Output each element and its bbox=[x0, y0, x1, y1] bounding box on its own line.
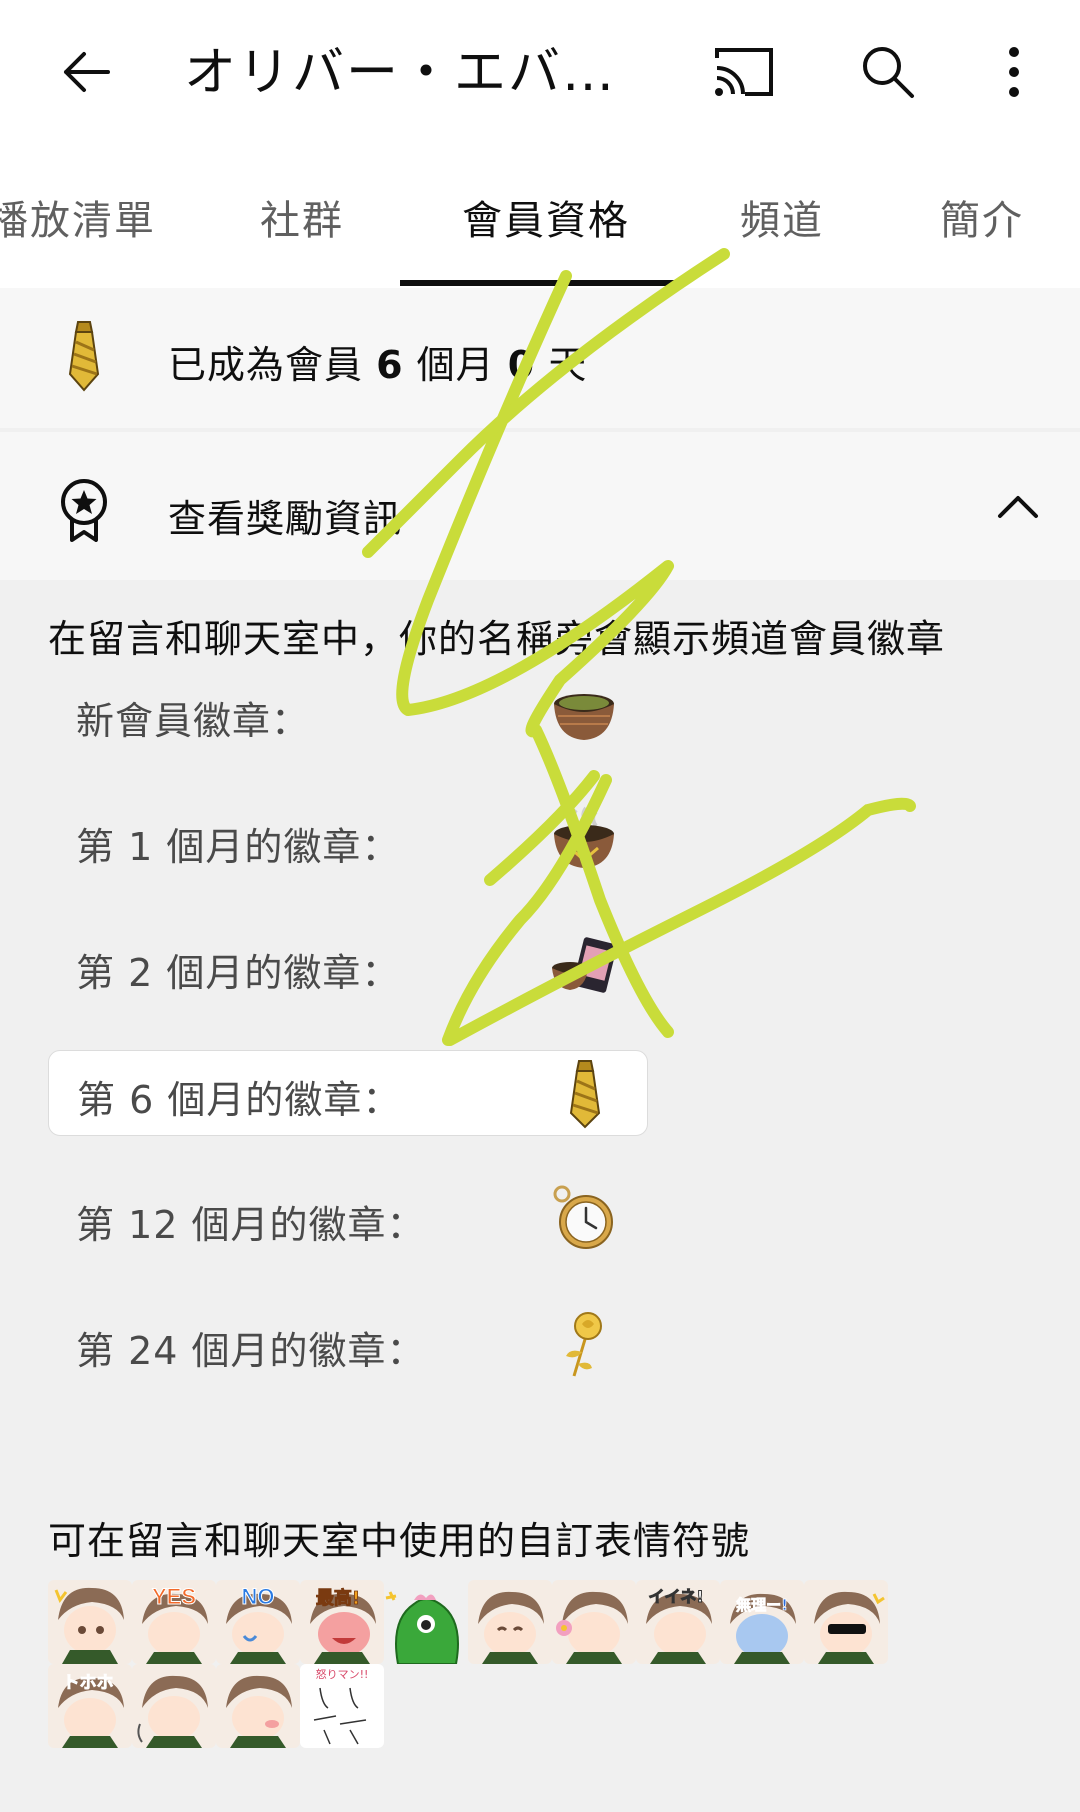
tab-playlists[interactable]: 播放清單 bbox=[0, 188, 156, 246]
channel-tabs: 播放清單 社群 會員資格 頻道 簡介 bbox=[0, 144, 1080, 288]
custom-emoji-title: 可在留言和聊天室中使用的自訂表情符號 bbox=[48, 1519, 751, 1563]
cast-icon bbox=[715, 48, 773, 96]
search-button[interactable] bbox=[838, 22, 938, 122]
yes-emoji-icon: YES bbox=[132, 1580, 216, 1664]
badge-label: 新會員徽章： bbox=[76, 699, 311, 743]
badge-row-month-24: 第 24 個月的徽章： bbox=[48, 1302, 646, 1386]
emoji-text: トホホ bbox=[63, 1673, 114, 1693]
necktie-badge-icon bbox=[569, 1060, 601, 1129]
emoji-muri: 無理ー! bbox=[720, 1580, 804, 1664]
pocket-watch-badge-icon bbox=[553, 1185, 613, 1249]
bowl-book-badge-icon bbox=[552, 937, 617, 993]
tab-membership[interactable]: 會員資格 bbox=[462, 188, 630, 246]
award-badge-icon bbox=[61, 479, 107, 542]
emoji-sunglasses bbox=[804, 1580, 888, 1664]
sunglasses-emoji-icon bbox=[804, 1580, 888, 1664]
search-icon bbox=[863, 47, 914, 98]
view-rewards-row[interactable]: 查看獎勵資訊 bbox=[0, 432, 1080, 580]
emoji-text: 無理ー! bbox=[736, 1596, 788, 1614]
wave-emoji-icon bbox=[132, 1664, 216, 1748]
badge-row-month-12: 第 12 個月的徽章： bbox=[48, 1176, 646, 1260]
emoji-iine: イイネ! bbox=[636, 1580, 720, 1664]
badge-row-month-6-current: 第 6 個月的徽章： bbox=[48, 1050, 648, 1136]
more-options-button[interactable] bbox=[964, 22, 1064, 122]
no-emoji-icon: NO bbox=[216, 1580, 300, 1664]
emoji-yes: YES bbox=[132, 1580, 216, 1664]
emoji-saikou: 最高! bbox=[300, 1580, 384, 1664]
emoji-sparkle-face bbox=[48, 1580, 132, 1664]
badge-label: 第 24 個月的徽章： bbox=[76, 1329, 426, 1373]
tab-about[interactable]: 簡介 bbox=[940, 188, 1024, 246]
sketch-emoji-icon: 怒りマン!! bbox=[300, 1664, 384, 1748]
chevron-up-icon[interactable] bbox=[996, 492, 1040, 520]
emoji-pout bbox=[216, 1664, 300, 1748]
tab-community[interactable]: 社群 bbox=[260, 188, 344, 246]
sparkle-face-emoji-icon bbox=[48, 1580, 132, 1664]
emoji-text: YES bbox=[152, 1584, 196, 1609]
emoji-no: NO bbox=[216, 1580, 300, 1664]
emoji-text: イイネ! bbox=[648, 1587, 703, 1606]
emoji-text: 最高! bbox=[316, 1587, 360, 1609]
active-tab-indicator bbox=[400, 280, 678, 286]
badge-row-new: 新會員徽章： bbox=[48, 672, 646, 756]
membership-duration: 已成為會員 6 個月 0 天 bbox=[168, 343, 588, 387]
badge-label: 第 12 個月的徽章： bbox=[76, 1203, 426, 1247]
smile-emoji-icon bbox=[468, 1580, 552, 1664]
pout-emoji-icon bbox=[216, 1664, 300, 1748]
emoji-green-monster bbox=[384, 1580, 468, 1664]
badge-label: 第 6 個月的徽章： bbox=[77, 1078, 402, 1122]
green-monster-emoji-icon bbox=[384, 1580, 468, 1664]
badges-description: 在留言和聊天室中，你的名稱旁會顯示頻道會員徽章 bbox=[48, 617, 946, 661]
badge-label: 第 1 個月的徽章： bbox=[76, 825, 401, 869]
badge-row-month-2: 第 2 個月的徽章： bbox=[48, 924, 646, 1008]
more-vertical-icon bbox=[1009, 47, 1019, 97]
view-rewards-label: 查看獎勵資訊 bbox=[168, 497, 403, 541]
arrow-left-icon bbox=[64, 52, 110, 92]
bowl-badge-icon bbox=[554, 694, 614, 740]
muri-emoji-icon: 無理ー! bbox=[720, 1580, 804, 1664]
cast-button[interactable] bbox=[694, 22, 794, 122]
golden-rose-badge-icon bbox=[566, 1312, 602, 1377]
emoji-tohoho: トホホ bbox=[48, 1664, 132, 1748]
emoji-wave bbox=[132, 1664, 216, 1748]
rewards-section: 在留言和聊天室中，你的名稱旁會顯示頻道會員徽章 新會員徽章： 第 1 個月的徽章… bbox=[0, 580, 1080, 1812]
tab-channels[interactable]: 頻道 bbox=[740, 188, 824, 246]
badge-label: 第 2 個月的徽章： bbox=[76, 951, 401, 995]
saikou-emoji-icon: 最高! bbox=[300, 1580, 384, 1664]
tohoho-emoji-icon: トホホ bbox=[48, 1664, 132, 1748]
channel-title: オリバー・エバ… bbox=[184, 43, 617, 103]
steaming-bowl-badge-icon bbox=[554, 806, 614, 868]
membership-status-row: 已成為會員 6 個月 0 天 bbox=[0, 288, 1080, 428]
emoji-flower bbox=[552, 1580, 636, 1664]
necktie-icon bbox=[68, 321, 100, 392]
flower-emoji-icon bbox=[552, 1580, 636, 1664]
iine-emoji-icon: イイネ! bbox=[636, 1580, 720, 1664]
top-app-bar: オリバー・エバ… bbox=[0, 0, 1080, 144]
emoji-sketch: 怒りマン!! bbox=[300, 1664, 384, 1748]
emoji-text: NO bbox=[242, 1584, 275, 1609]
emoji-smile bbox=[468, 1580, 552, 1664]
emoji-text: 怒りマン!! bbox=[316, 1667, 369, 1681]
back-button[interactable] bbox=[36, 22, 136, 122]
badge-row-month-1: 第 1 個月的徽章： bbox=[48, 798, 646, 882]
